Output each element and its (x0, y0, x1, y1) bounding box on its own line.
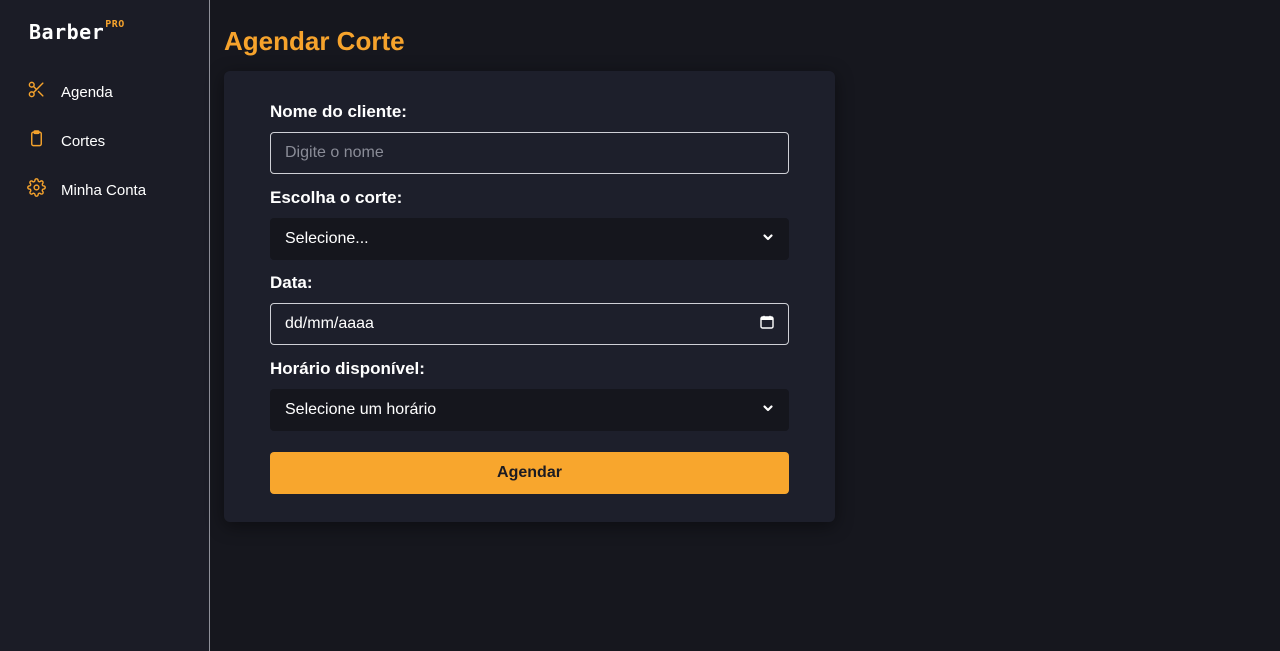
time-select[interactable]: Selecione um horário (270, 389, 789, 431)
sidebar-item-agenda[interactable]: Agenda (27, 80, 113, 104)
date-input[interactable]: dd/mm/aaaa (270, 303, 789, 345)
client-name-label: Nome do cliente: (270, 102, 407, 121)
gear-icon (27, 178, 46, 202)
sidebar-item-label: Cortes (61, 132, 106, 150)
chevron-down-icon (762, 401, 774, 419)
brand-name: Barber (29, 20, 105, 44)
sidebar-item-label: Minha Conta (61, 181, 147, 199)
sidebar-item-cortes[interactable]: Cortes (27, 129, 105, 153)
date-label: Data: (270, 273, 313, 292)
cut-select-value: Selecione... (285, 230, 369, 247)
sidebar: BarberPRO Agenda Cortes Minha Conta (0, 0, 210, 651)
cut-select[interactable]: Selecione... (270, 218, 789, 260)
time-select-value: Selecione um horário (285, 401, 437, 418)
scissors-icon (27, 80, 46, 104)
client-name-input[interactable] (285, 144, 774, 162)
schedule-button[interactable]: Agendar (270, 452, 789, 494)
calendar-icon[interactable] (760, 315, 774, 334)
brand-badge: PRO (105, 19, 125, 31)
clipboard-icon (27, 129, 46, 153)
brand-logo[interactable]: BarberPRO (29, 19, 125, 44)
sidebar-item-minha-conta[interactable]: Minha Conta (27, 178, 146, 202)
chevron-down-icon (762, 230, 774, 248)
time-label: Horário disponível: (270, 359, 425, 378)
client-name-field[interactable] (270, 132, 789, 174)
date-input-value: dd/mm/aaaa (285, 315, 374, 332)
page-title: Agendar Corte (224, 26, 405, 56)
cut-label: Escolha o corte: (270, 188, 403, 207)
booking-form: Nome do cliente: Escolha o corte: Seleci… (224, 71, 835, 522)
sidebar-item-label: Agenda (61, 83, 113, 101)
